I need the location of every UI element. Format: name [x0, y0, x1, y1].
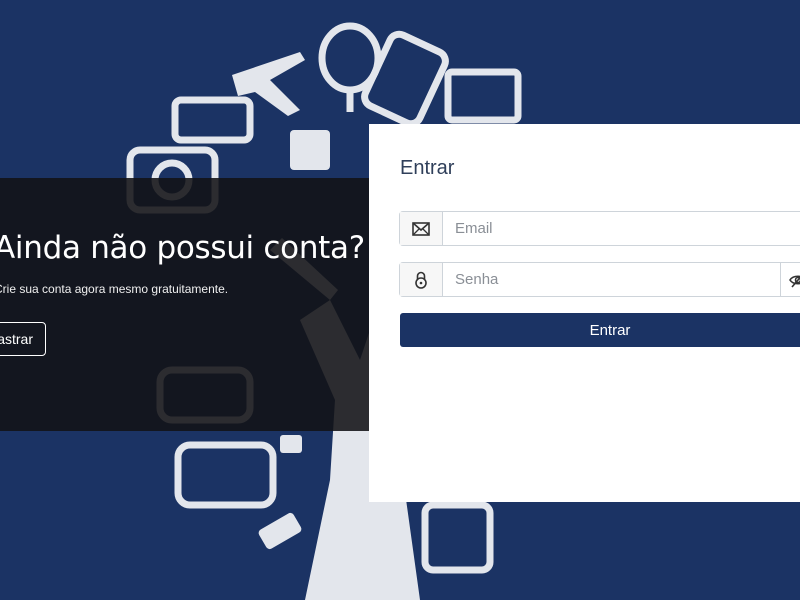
- promo-subtitle: Crie sua conta agora mesmo gratuitamente…: [0, 282, 229, 296]
- login-submit-button[interactable]: Entrar: [400, 313, 800, 347]
- email-input[interactable]: [443, 211, 800, 246]
- password-input[interactable]: [443, 262, 800, 297]
- lock-icon: [400, 263, 443, 296]
- eye-slash-icon[interactable]: [780, 263, 800, 296]
- register-button[interactable]: Cadastrar: [0, 322, 46, 356]
- register-promo-panel: Ainda não possui conta? Crie sua conta a…: [0, 178, 370, 431]
- envelope-icon: [400, 212, 443, 245]
- promo-title: Ainda não possui conta?: [0, 230, 365, 266]
- password-field-group: [399, 262, 800, 297]
- login-title: Entrar: [400, 157, 455, 179]
- email-field-group: [399, 211, 800, 246]
- login-card: Entrar Entrar: [369, 124, 800, 502]
